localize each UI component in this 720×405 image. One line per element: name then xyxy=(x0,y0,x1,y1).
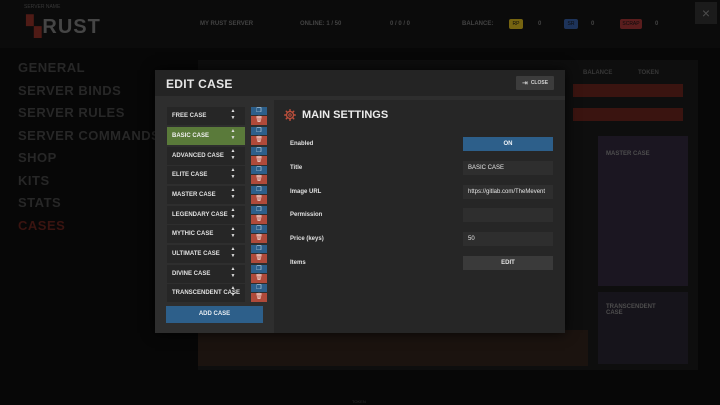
reorder-arrows-icon[interactable]: ▲ ▼ xyxy=(229,246,237,262)
case-row-legendary[interactable]: LEGENDARY CASE ▲ ▼ ❐ 🗑 xyxy=(163,206,271,224)
case-row-ultimate[interactable]: ULTIMATE CASE ▲ ▼ ❐ 🗑 xyxy=(163,245,271,263)
close-label: CLOSE xyxy=(530,80,549,86)
price-label: Price (keys) xyxy=(290,236,324,242)
image-url-label: Image URL xyxy=(290,189,322,195)
case-row-basic[interactable]: BASIC CASE ▲ ▼ ❐ 🗑 xyxy=(163,127,271,145)
trash-icon[interactable]: 🗑 xyxy=(251,195,267,204)
add-case-button[interactable]: ADD CASE xyxy=(166,306,263,323)
case-row-divine[interactable]: DIVINE CASE ▲ ▼ ❐ 🗑 xyxy=(163,265,271,283)
modal-title: EDIT CASE xyxy=(166,77,233,91)
copy-icon[interactable]: ❐ xyxy=(251,284,267,292)
close-button[interactable]: ⇥ CLOSE xyxy=(516,76,554,90)
items-edit-button[interactable]: EDIT xyxy=(463,256,553,270)
copy-icon[interactable]: ❐ xyxy=(251,206,267,214)
title-label: Title xyxy=(290,165,303,171)
case-row-advanced[interactable]: ADVANCED CASE ▲ ▼ ❐ 🗑 xyxy=(163,147,271,165)
reorder-arrows-icon[interactable]: ▲ ▼ xyxy=(229,207,237,223)
reorder-arrows-icon[interactable]: ▲ ▼ xyxy=(229,148,237,164)
trash-icon[interactable]: 🗑 xyxy=(251,254,267,263)
reorder-arrows-icon[interactable]: ▲ ▼ xyxy=(229,128,237,144)
permission-label: Permission xyxy=(290,212,323,218)
trash-icon[interactable]: 🗑 xyxy=(251,136,267,145)
settings-title: MAIN SETTINGS xyxy=(302,109,389,121)
reorder-arrows-icon[interactable]: ▲ ▼ xyxy=(229,266,237,282)
trash-icon[interactable]: 🗑 xyxy=(251,116,267,125)
items-label: Items xyxy=(290,260,306,266)
reorder-arrows-icon[interactable]: ▲ ▼ xyxy=(229,167,237,183)
trash-icon[interactable]: 🗑 xyxy=(251,234,267,243)
copy-icon[interactable]: ❐ xyxy=(251,127,267,135)
trash-icon[interactable]: 🗑 xyxy=(251,274,267,283)
gear-icon xyxy=(284,109,296,121)
trash-icon[interactable]: 🗑 xyxy=(251,293,267,302)
enabled-toggle[interactable]: ON xyxy=(463,137,553,151)
case-row-mythic[interactable]: MYTHIC CASE ▲ ▼ ❐ 🗑 xyxy=(163,225,271,243)
permission-input[interactable] xyxy=(463,208,553,222)
price-input[interactable]: 50 xyxy=(463,232,553,246)
case-row-free[interactable]: FREE CASE ▲ ▼ ❐ 🗑 xyxy=(163,107,271,125)
title-input[interactable]: BASIC CASE xyxy=(463,161,553,175)
case-row-elite[interactable]: ELITE CASE ▲ ▼ ❐ 🗑 xyxy=(163,166,271,184)
enabled-label: Enabled xyxy=(290,141,314,147)
case-row-transcendent[interactable]: TRANSCENDENT CASE ▲ ▼ ❐ 🗑 xyxy=(163,284,271,302)
image-url-input[interactable]: https://gitlab.com/TheMevent xyxy=(463,185,553,199)
main-settings-panel: MAIN SETTINGS Enabled ON Title BASIC CAS… xyxy=(274,100,565,333)
edit-case-modal: EDIT CASE ⇥ CLOSE FREE CASE ▲ ▼ ❐ 🗑 BASIC… xyxy=(155,70,565,333)
trash-icon[interactable]: 🗑 xyxy=(251,156,267,165)
case-row-master[interactable]: MASTER CASE ▲ ▼ ❐ 🗑 xyxy=(163,186,271,204)
copy-icon[interactable]: ❐ xyxy=(251,166,267,174)
copy-icon[interactable]: ❐ xyxy=(251,147,267,155)
copy-icon[interactable]: ❐ xyxy=(251,186,267,194)
settings-header: MAIN SETTINGS xyxy=(284,108,388,122)
copy-icon[interactable]: ❐ xyxy=(251,265,267,273)
reorder-arrows-icon[interactable]: ▲ ▼ xyxy=(229,187,237,203)
trash-icon[interactable]: 🗑 xyxy=(251,175,267,184)
trash-icon[interactable]: 🗑 xyxy=(251,215,267,224)
modal-header: EDIT CASE ⇥ CLOSE xyxy=(155,70,565,96)
copy-icon[interactable]: ❐ xyxy=(251,225,267,233)
case-list: FREE CASE ▲ ▼ ❐ 🗑 BASIC CASE ▲ ▼ ❐ 🗑 ADVAN… xyxy=(163,103,271,325)
copy-icon[interactable]: ❐ xyxy=(251,245,267,253)
reorder-arrows-icon[interactable]: ▲ ▼ xyxy=(229,108,237,124)
reorder-arrows-icon[interactable]: ▲ ▼ xyxy=(229,285,237,301)
close-icon: ⇥ xyxy=(521,80,528,87)
reorder-arrows-icon[interactable]: ▲ ▼ xyxy=(229,226,237,242)
copy-icon[interactable]: ❐ xyxy=(251,107,267,115)
